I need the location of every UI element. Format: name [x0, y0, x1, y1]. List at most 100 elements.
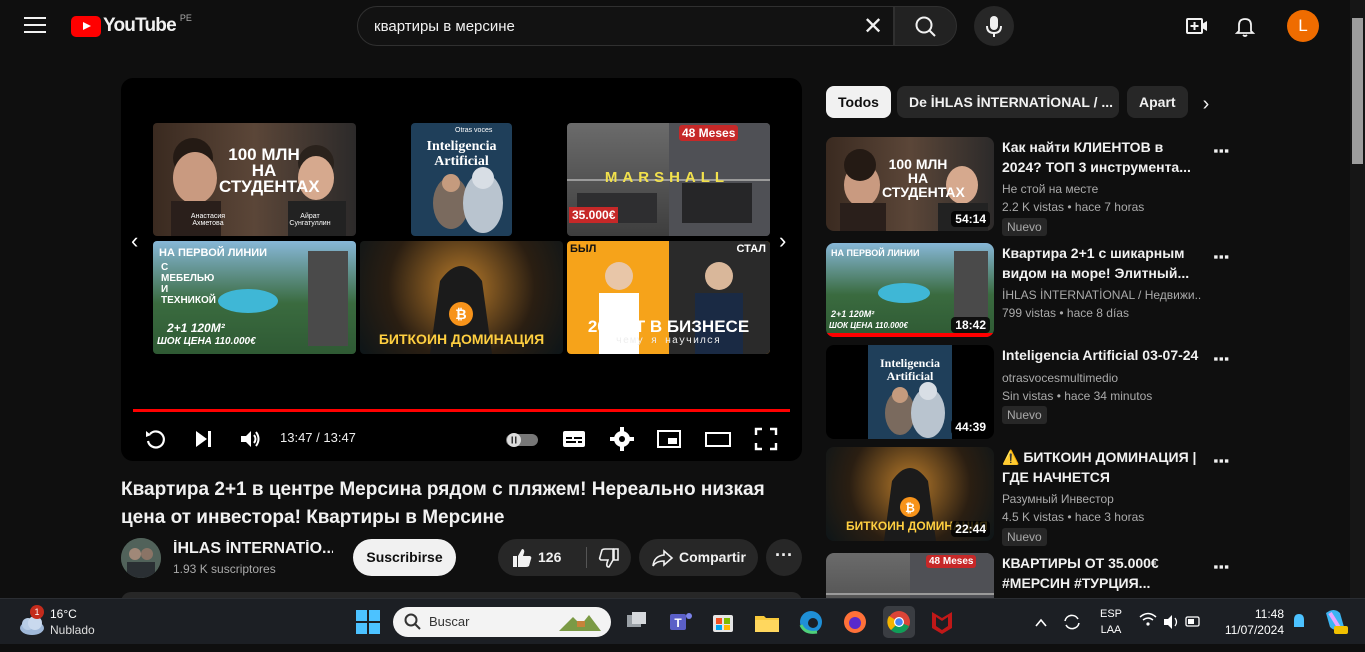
- search-button[interactable]: [894, 6, 957, 46]
- endscreen-next-icon[interactable]: ›: [779, 228, 786, 254]
- chip-todos[interactable]: Todos: [826, 86, 891, 118]
- autoplay-toggle[interactable]: [505, 426, 539, 452]
- network-volume-battery[interactable]: [1138, 599, 1204, 645]
- menu-icon[interactable]: [24, 17, 46, 35]
- channel-name[interactable]: Разумный Инвестор: [1002, 492, 1202, 506]
- channel-name[interactable]: otrasvocesmultimedio: [1002, 371, 1202, 385]
- chip-apart[interactable]: Apart: [1127, 86, 1188, 118]
- endscreen-video-4[interactable]: НА ПЕРВОЙ ЛИНИИ С МЕБЕЛЬЮ И ТЕХНИКОЙ 2+1…: [153, 241, 356, 354]
- recommendation-item[interactable]: 100 МЛН НА СТУДЕНТАХ 54:14 Как найти КЛИ…: [826, 137, 1346, 236]
- recommendation-item[interactable]: НА ПЕРВОЙ ЛИНИИ 2+1 120M² ШОК ЦЕНА 110.0…: [826, 243, 1346, 339]
- weather-widget[interactable]: 1 16°C Nublado: [18, 605, 128, 641]
- video-thumbnail[interactable]: 48 Meses: [826, 553, 994, 598]
- dislike-button[interactable]: [587, 539, 631, 576]
- system-clock[interactable]: 11:48 11/07/2024: [1216, 606, 1284, 638]
- share-button[interactable]: Compartir: [639, 539, 758, 576]
- video-thumbnail[interactable]: 100 МЛН НА СТУДЕНТАХ 54:14: [826, 137, 994, 231]
- settings-gear-icon[interactable]: [609, 426, 635, 452]
- recommendation-item[interactable]: Inteligencia Artificial 44:39 Inteligenc…: [826, 345, 1346, 441]
- recommendation-item[interactable]: 48 Meses КВАРТИРЫ ОТ 35.000€ #МЕРСИН #ТУ…: [826, 553, 1346, 598]
- svg-text:₿: ₿: [905, 501, 915, 515]
- voice-search-button[interactable]: [974, 6, 1014, 46]
- notifications-bell-icon[interactable]: [1233, 14, 1257, 38]
- volume-icon[interactable]: [238, 426, 264, 452]
- video-title[interactable]: Inteligencia Artificial 03-07-24: [1002, 345, 1202, 365]
- video-thumbnail[interactable]: НА ПЕРВОЙ ЛИНИИ 2+1 120M² ШОК ЦЕНА 110.0…: [826, 243, 994, 337]
- scrollbar-thumb[interactable]: [1352, 18, 1363, 164]
- channel-name[interactable]: İHLAS İNTERNATİO...: [173, 540, 333, 558]
- video-thumbnail[interactable]: Inteligencia Artificial 44:39: [826, 345, 994, 439]
- related-filter-chips: Todos De İHLAS İNTERNATİONAL / ... Apart: [826, 86, 1222, 118]
- page-scrollbar[interactable]: [1350, 0, 1365, 598]
- endscreen-video-3[interactable]: 48 Meses MARSHALL 35.000€: [567, 123, 770, 236]
- notification-bell-icon[interactable]: [1290, 599, 1308, 645]
- thumb-title: НА ПЕРВОЙ ЛИНИИ: [831, 248, 920, 258]
- endscreen-6-title: 20 ЛЕТ В БИЗНЕСЕ: [587, 317, 750, 336]
- mcafee-icon[interactable]: [926, 606, 958, 638]
- chip-channel[interactable]: De İHLAS İNTERNATİONAL / ...: [897, 86, 1119, 118]
- like-button[interactable]: 126: [498, 539, 586, 576]
- endscreen-2-title: Inteligencia Artificial: [426, 139, 497, 169]
- more-options-icon[interactable]: ⋮: [1206, 347, 1231, 371]
- channel-avatar[interactable]: [121, 538, 161, 578]
- subscribe-button[interactable]: Suscribirse: [353, 539, 456, 576]
- search-input[interactable]: квартиры в мерсине ✕: [357, 6, 894, 46]
- video-player[interactable]: 100 МЛН НА СТУДЕНТАХ Анастасия Ахметова …: [121, 78, 802, 461]
- microsoft-store-icon[interactable]: [707, 606, 739, 638]
- endscreen-video-5[interactable]: ₿ БИТКОИН ДОМИНАЦИЯ: [360, 241, 563, 354]
- channel-name[interactable]: İHLAS İNTERNATİONAL / Недвижи...: [1002, 288, 1202, 302]
- teams-icon[interactable]: T: [664, 606, 696, 638]
- endscreen-video-2[interactable]: Otras voces Inteligencia Artificial: [411, 123, 512, 236]
- miniplayer-icon[interactable]: [656, 426, 682, 452]
- chips-next-icon[interactable]: ›: [1190, 88, 1222, 120]
- show-hidden-icons[interactable]: [1032, 599, 1050, 645]
- search-value[interactable]: квартиры в мерсине: [374, 18, 515, 35]
- edge-browser-icon[interactable]: [795, 606, 827, 638]
- clear-search-icon[interactable]: ✕: [859, 13, 887, 41]
- more-options-icon[interactable]: ⋮: [1206, 245, 1231, 269]
- fullscreen-icon[interactable]: [753, 426, 779, 452]
- more-options-icon[interactable]: ⋮: [1206, 449, 1231, 473]
- youtube-logo[interactable]: YouTube PE: [71, 13, 192, 37]
- next-video-icon[interactable]: [191, 426, 217, 452]
- task-view-icon[interactable]: [621, 606, 653, 638]
- account-avatar[interactable]: L: [1287, 10, 1319, 42]
- replay-icon[interactable]: [143, 426, 169, 452]
- firefox-icon[interactable]: [839, 606, 871, 638]
- like-count: 126: [538, 549, 562, 565]
- endscreen-video-6[interactable]: БЫЛ СТАЛ 20 ЛЕТ В БИЗНЕСЕ чему я научилс…: [567, 241, 770, 354]
- thumb-price: ШОК ЦЕНА 110.000€: [829, 321, 908, 330]
- endscreen-video-1[interactable]: 100 МЛН НА СТУДЕНТАХ Анастасия Ахметова …: [153, 123, 356, 236]
- copilot-icon[interactable]: [1320, 599, 1350, 645]
- video-title[interactable]: ⚠️ БИТКОИН ДОМИНАЦИЯ | ГДЕ НАЧНЕТСЯ АЛЬТ…: [1002, 447, 1202, 487]
- channel-name[interactable]: Не стой на месте: [1002, 182, 1202, 196]
- endscreen-prev-icon[interactable]: ‹: [131, 228, 138, 254]
- microphone-icon: [986, 16, 1002, 37]
- more-options-icon[interactable]: ⋮: [1206, 555, 1231, 579]
- create-video-icon[interactable]: [1185, 14, 1209, 38]
- chrome-icon[interactable]: [883, 606, 915, 638]
- more-actions-button[interactable]: ···: [766, 539, 802, 576]
- progress-bar[interactable]: [133, 409, 790, 412]
- taskbar-search-box[interactable]: Buscar: [393, 607, 611, 637]
- language-indicator[interactable]: ESP LAA: [1096, 606, 1126, 652]
- recommendation-item[interactable]: ₿ БИТКОИН ДОМИНАЦИЯ 22:44 ⚠️ БИТКОИН ДОМ…: [826, 447, 1346, 546]
- file-explorer-icon[interactable]: [751, 606, 783, 638]
- svg-text:T: T: [674, 616, 682, 630]
- video-title[interactable]: Квартира 2+1 с шикарным видом на море! Э…: [1002, 243, 1202, 283]
- video-title[interactable]: КВАРТИРЫ ОТ 35.000€ #МЕРСИН #ТУРЦИЯ...: [1002, 553, 1202, 593]
- weather-alert-badge: 1: [30, 605, 44, 619]
- share-label: Compartir: [679, 549, 746, 565]
- search-icon: [404, 613, 421, 630]
- video-thumbnail[interactable]: ₿ БИТКОИН ДОМИНАЦИЯ 22:44: [826, 447, 994, 541]
- sync-icon[interactable]: [1061, 599, 1083, 645]
- subtitles-icon[interactable]: [561, 426, 587, 452]
- endscreen-2-logo: Otras voces: [455, 127, 493, 134]
- video-meta: 2.2 K vistas • hace 7 horas: [1002, 200, 1145, 214]
- endscreen-3-title: MARSHALL: [604, 169, 730, 186]
- video-title[interactable]: Как найти КЛИЕНТОВ в 2024? ТОП 3 инструм…: [1002, 137, 1202, 177]
- endscreen-1-caption-right: Айрат Сунгатуллин: [289, 213, 331, 227]
- windows-start-icon[interactable]: [352, 606, 384, 638]
- more-options-icon[interactable]: ⋮: [1206, 139, 1231, 163]
- theater-mode-icon[interactable]: [705, 426, 731, 452]
